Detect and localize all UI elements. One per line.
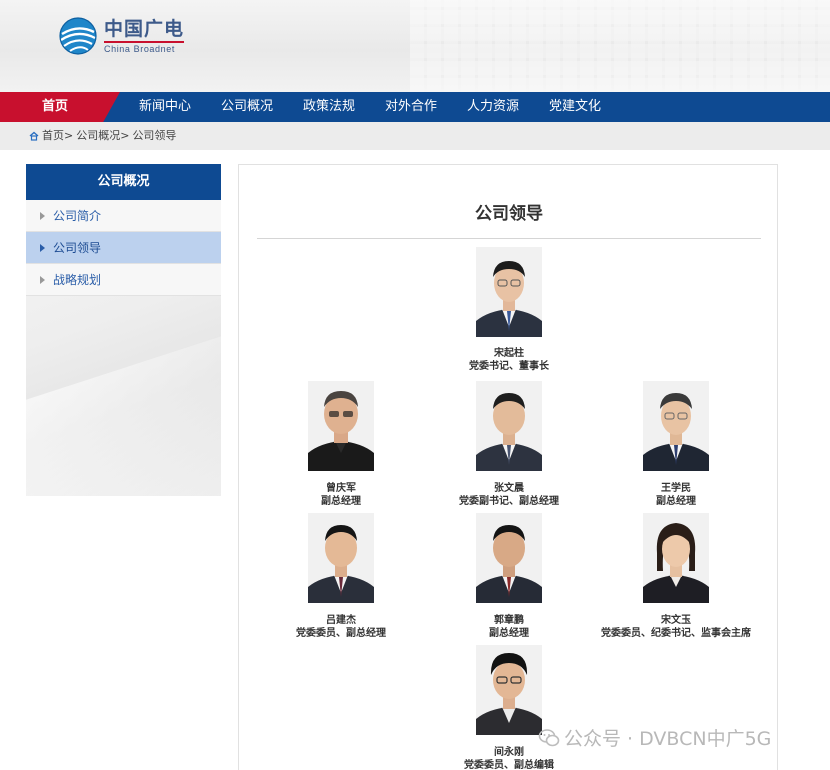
sidebar-item-label: 公司领导 — [53, 241, 102, 255]
leader-photo — [476, 513, 542, 603]
portrait-icon — [476, 513, 542, 603]
watermark-text: 公众号 · DVBCN中广5G — [564, 728, 772, 750]
breadcrumb-company[interactable]: 公司概况> — [76, 122, 129, 150]
nav-item-home[interactable]: 首页 — [42, 92, 68, 122]
nav-item-policy[interactable]: 政策法规 — [303, 92, 355, 122]
leader-title: 党委委员、副总编辑 — [464, 760, 554, 770]
page-title: 公司领导 — [475, 204, 543, 224]
sidebar: 公司概况 公司简介 公司领导 战略规划 — [26, 164, 221, 496]
sidebar-item-label: 公司简介 — [53, 209, 102, 223]
leader-photo — [476, 247, 542, 337]
portrait-icon — [643, 381, 709, 471]
sidebar-title: 公司概况 — [26, 164, 221, 200]
sidebar-item-label: 战略规划 — [53, 273, 102, 287]
nav-item-party[interactable]: 党建文化 — [549, 92, 601, 122]
caret-right-icon — [40, 276, 45, 284]
portrait-icon — [308, 381, 374, 471]
home-icon — [29, 131, 39, 141]
breadcrumb-current: 公司领导 — [132, 129, 177, 142]
nav-item-company[interactable]: 公司概况 — [221, 92, 273, 122]
leader-photo — [476, 645, 542, 735]
nav-item-hr[interactable]: 人力资源 — [467, 92, 519, 122]
header-decoration — [410, 0, 830, 92]
sidebar-item-intro[interactable]: 公司简介 — [26, 200, 221, 232]
content-panel: 公司领导 宋起柱 党委书记、董事长 曾庆军 副总经理 张文晨 党委副书记、副总经… — [238, 164, 778, 770]
portrait-icon — [643, 513, 709, 603]
leader-photo — [643, 381, 709, 471]
globe-logo-icon — [59, 17, 97, 55]
leader-photo — [476, 381, 542, 471]
caret-right-icon — [40, 244, 45, 252]
leader-title: 副总经理 — [656, 496, 696, 507]
breadcrumb: 首页> 公司概况> 公司领导 — [0, 122, 830, 150]
leader-photo — [308, 381, 374, 471]
sidebar-item-leaders[interactable]: 公司领导 — [26, 232, 221, 264]
leader-title: 党委书记、董事长 — [469, 361, 549, 372]
nav-item-cooperation[interactable]: 对外合作 — [385, 92, 437, 122]
sidebar-item-strategy[interactable]: 战略规划 — [26, 264, 221, 296]
portrait-icon — [476, 645, 542, 735]
portrait-icon — [476, 381, 542, 471]
logo-chinese-text: 中国广电 — [104, 18, 185, 40]
wechat-icon — [538, 728, 560, 746]
leader-title: 党委委员、纪委书记、监事会主席 — [601, 628, 751, 639]
sidebar-decoration — [26, 315, 221, 496]
logo-english-text: China Broadnet — [104, 41, 185, 54]
title-divider — [257, 238, 761, 239]
leader-photo — [308, 513, 374, 603]
portrait-icon — [476, 247, 542, 337]
main-nav: 首页 新闻中心 公司概况 政策法规 对外合作 人力资源 党建文化 — [0, 92, 830, 122]
leader-photo — [643, 513, 709, 603]
nav-item-news[interactable]: 新闻中心 — [139, 92, 191, 122]
caret-right-icon — [40, 212, 45, 220]
breadcrumb-home[interactable]: 首页> — [42, 122, 73, 150]
site-header: 中国广电 China Broadnet — [0, 0, 830, 92]
wechat-watermark: 公众号 · DVBCN中广5G — [538, 724, 771, 751]
portrait-icon — [308, 513, 374, 603]
site-logo[interactable]: 中国广电 China Broadnet — [58, 16, 185, 56]
